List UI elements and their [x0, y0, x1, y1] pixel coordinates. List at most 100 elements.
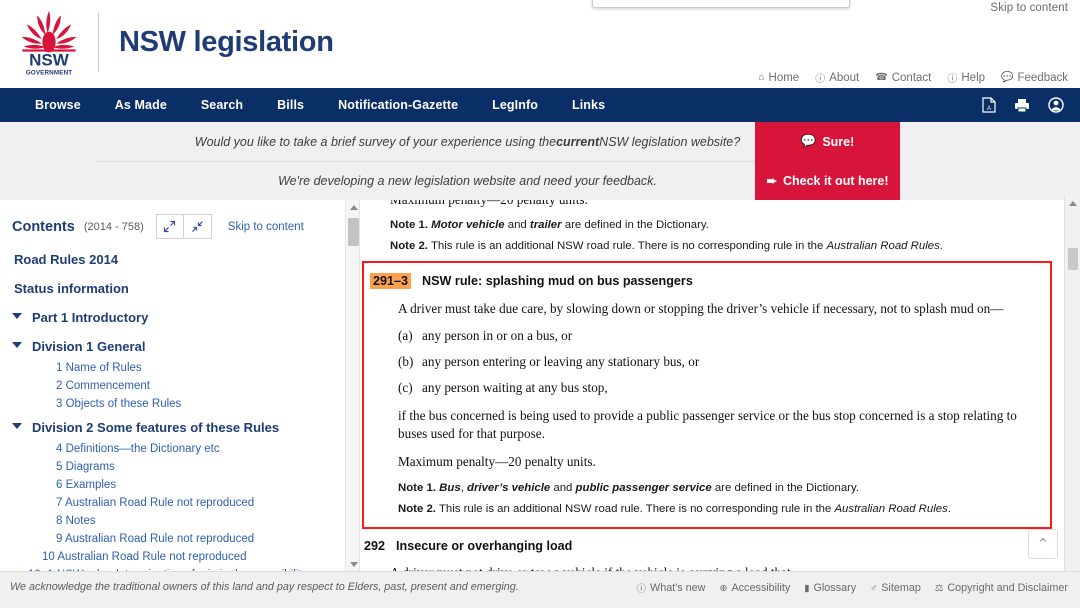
footer-link-whats-new[interactable]: ⓘ What's new — [637, 581, 706, 595]
footer-link-accessibility[interactable]: ⊕ Accessibility — [719, 581, 790, 595]
page-scrollbar[interactable] — [1064, 196, 1080, 584]
survey-question-bold: current — [556, 134, 600, 149]
survey-banner: Would you like to take a brief survey of… — [0, 122, 1080, 200]
sidebar-scroll-down-button[interactable] — [346, 557, 361, 571]
home-icon: ⌂ — [758, 72, 765, 83]
brand-lockup[interactable]: NSW GOVERNMENT NSW legislation — [12, 5, 334, 79]
utility-link-contact-label: Contact — [891, 71, 932, 84]
note-conjunction: and — [504, 219, 530, 231]
utility-links: ⌂ Home ⓘ About ☎ Contact ⓘ Help 💬 Feedba… — [758, 70, 1068, 86]
footer-link-glossary[interactable]: ▮ Glossary — [804, 581, 856, 595]
rule-291-3-item-a: (a) any person in or on a bus, or — [398, 328, 1042, 344]
rule-291-3-note-1: Note 1. Bus, driver’s vehicle and public… — [398, 482, 1042, 494]
contents-title: Contents — [12, 218, 75, 235]
caret-down-icon[interactable] — [12, 313, 22, 319]
nsw-government-waratah-logo: NSW GOVERNMENT — [21, 10, 77, 77]
footer-link-sitemap-label: Sitemap — [881, 582, 921, 594]
toc-item-road-rules-2014[interactable]: Road Rules 2014 — [8, 245, 345, 274]
toc-item-part-1-introductory[interactable]: Part 1 Introductory — [26, 303, 345, 332]
previous-rule-note-2: Note 2. This rule is an additional NSW r… — [390, 240, 1052, 252]
nav-item-search[interactable]: Search — [184, 88, 260, 122]
toc-item-division-2-some-features[interactable]: Division 2 Some features of these Rules — [26, 413, 345, 442]
toc-child-1[interactable]: 1 Name of Rules — [56, 359, 345, 377]
survey-sure-button[interactable]: 💬 Sure! — [755, 122, 900, 161]
toc-child-8[interactable]: 8 Notes — [56, 512, 345, 530]
item-label-b: (b) — [398, 354, 414, 370]
rule-292-title: Insecure or overhanging load — [396, 538, 573, 553]
nav-item-as-made[interactable]: As Made — [98, 88, 184, 122]
toc-item-division-1-general[interactable]: Division 1 General — [26, 332, 345, 361]
page-scroll-up-button[interactable] — [1065, 196, 1080, 210]
nav-item-links[interactable]: Links — [555, 88, 622, 122]
previous-rule-note-1: Note 1. Motor vehicle and trailer are de… — [390, 219, 1052, 231]
footer-links: ⓘ What's new ⊕ Accessibility ▮ Glossary … — [637, 581, 1069, 595]
item-text-c: any person waiting at any bus stop, — [422, 380, 608, 396]
expand-arrows-icon — [164, 220, 176, 233]
svg-text:GOVERNMENT: GOVERNMENT — [26, 70, 73, 77]
note-label: Note 1. — [390, 219, 428, 231]
pdf-file-icon[interactable]: A — [982, 97, 996, 113]
toc-child-4[interactable]: 4 Definitions—the Dictionary etc — [56, 440, 345, 458]
main-navigation: Browse As Made Search Bills Notification… — [0, 88, 1080, 122]
survey-secondary-row: We're developing a new legislation websi… — [95, 161, 840, 199]
utility-link-about-label: About — [829, 71, 860, 84]
utility-link-help-label: Help — [961, 71, 986, 84]
sidebar-scrollbar[interactable] — [345, 200, 360, 571]
sidebar-scroll-thumb[interactable] — [348, 218, 359, 246]
balance-scale-icon: ⚖ — [934, 582, 944, 594]
top-popup-panel[interactable] — [592, 0, 850, 8]
site-footer: We acknowledge the traditional owners of… — [0, 571, 1080, 608]
utility-link-feedback[interactable]: 💬 Feedback — [1001, 70, 1068, 85]
note-term: trailer — [529, 219, 562, 231]
user-account-icon[interactable] — [1048, 97, 1064, 113]
book-icon: ▮ — [804, 582, 810, 594]
footer-link-accessibility-label: Accessibility — [731, 582, 791, 594]
toc-child-10[interactable]: 10 Australian Road Rule not reproduced — [42, 548, 345, 566]
sidebar-skip-to-content-link[interactable]: Skip to content — [228, 221, 304, 233]
caret-down-icon[interactable] — [12, 423, 22, 429]
note-citation: Australian Road Rules — [834, 502, 948, 515]
sitemap-icon: ♂ — [870, 582, 878, 594]
toc-child-2[interactable]: 2 Commencement — [56, 377, 345, 395]
acknowledgement-of-country: We acknowledge the traditional owners of… — [10, 581, 519, 593]
nav-item-notification-gazette[interactable]: Notification-Gazette — [321, 88, 475, 122]
contents-header: Contents (2014 - 758) Skip to content — [0, 208, 345, 239]
toc-item-status-information[interactable]: Status information — [8, 274, 345, 303]
rule-291-3-note-2: Note 2. This rule is an additional NSW r… — [398, 503, 1042, 515]
item-text-b: any person entering or leaving any stati… — [422, 354, 700, 370]
note-tail: are defined in the Dictionary. — [711, 481, 859, 494]
page-scroll-thumb[interactable] — [1068, 248, 1078, 270]
collapse-all-button[interactable] — [183, 214, 212, 239]
sidebar-scroll-up-button[interactable] — [346, 200, 361, 214]
skip-to-content-top[interactable]: Skip to content — [990, 2, 1068, 14]
rule-292-section: 292 Insecure or overhanging load A drive… — [362, 539, 1052, 571]
note-term: Motor vehicle — [431, 219, 505, 231]
chevron-up-icon: ⌃ — [1036, 535, 1050, 553]
footer-link-copyright-disclaimer[interactable]: ⚖ Copyright and Disclaimer — [935, 581, 1068, 595]
nav-item-leginfo[interactable]: LegInfo — [475, 88, 555, 122]
nav-item-bills[interactable]: Bills — [260, 88, 321, 122]
expand-all-button[interactable] — [155, 214, 184, 239]
toc-child-5[interactable]: 5 Diagrams — [56, 458, 345, 476]
caret-down-icon[interactable] — [12, 342, 22, 348]
back-to-top-button[interactable]: ⌃ — [1028, 529, 1058, 559]
comments-icon: 💬 — [800, 134, 817, 148]
utility-link-help[interactable]: ⓘ Help — [947, 70, 986, 86]
toc-child-7[interactable]: 7 Australian Road Rule not reproduced — [56, 494, 345, 512]
footer-link-sitemap[interactable]: ♂ Sitemap — [870, 581, 921, 595]
utility-link-about[interactable]: ⓘ About — [815, 70, 860, 86]
toc-child-3[interactable]: 3 Objects of these Rules — [56, 395, 345, 413]
toc-child-9[interactable]: 9 Australian Road Rule not reproduced — [56, 530, 345, 548]
main-content-area: Contents (2014 - 758) Skip to content Ro… — [0, 200, 1080, 571]
rule-291-3-penalty: Maximum penalty—20 penalty units. — [398, 454, 596, 470]
note-tail: are defined in the Dictionary. — [561, 219, 709, 231]
utility-link-home[interactable]: ⌂ Home — [758, 70, 799, 85]
utility-link-contact[interactable]: ☎ Contact — [875, 70, 931, 85]
printer-icon[interactable] — [1014, 98, 1030, 113]
toc-child-6[interactable]: 6 Examples — [56, 476, 345, 494]
contents-version: (2014 - 758) — [83, 220, 144, 233]
phone-icon: ☎ — [875, 72, 888, 83]
table-of-contents: Road Rules 2014 Status information Part … — [0, 245, 345, 571]
nav-item-browse[interactable]: Browse — [18, 88, 98, 122]
survey-check-it-out-button[interactable]: ➨ Check it out here! — [755, 161, 900, 200]
